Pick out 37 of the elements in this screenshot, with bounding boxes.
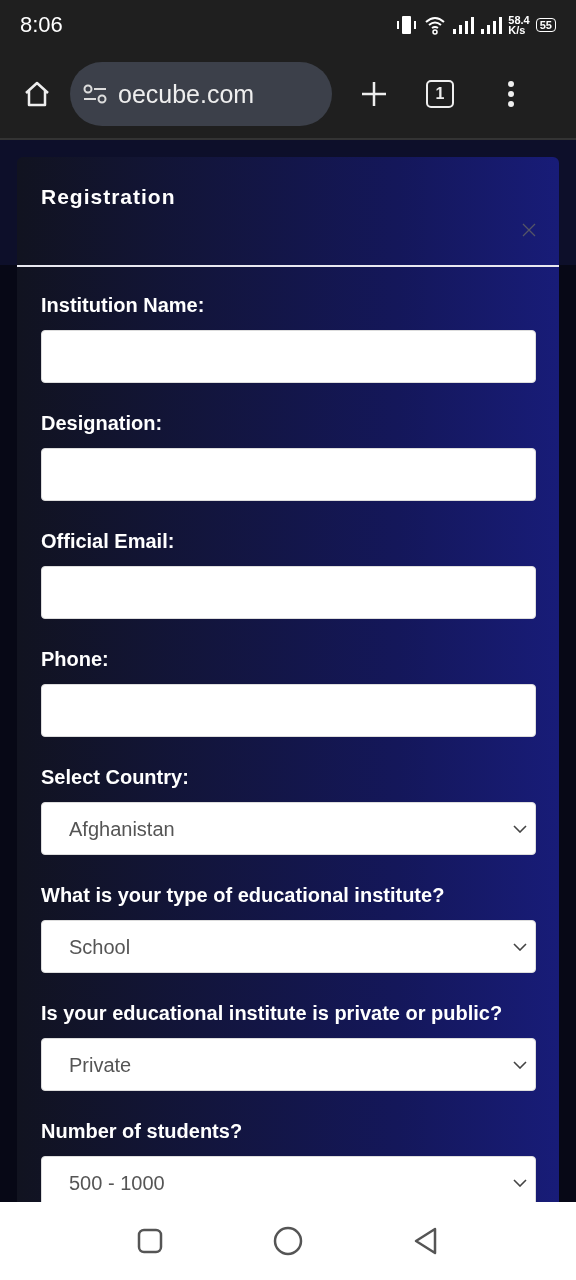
vibrate-icon [396,15,419,35]
field-label: Is your educational institute is private or public? [41,1001,504,1025]
plus-icon[interactable] [360,80,388,108]
dropdown[interactable]: Afghanistan [41,802,536,855]
signal-icon [452,16,475,34]
network-speed: 58.4 [508,15,530,25]
url-text: oecube.com [118,79,255,109]
chevron-down-icon [513,1178,527,1187]
dropdown[interactable]: School [41,920,536,973]
more-icon[interactable] [506,79,516,109]
site-settings-icon[interactable] [82,83,108,105]
input-field[interactable] [41,448,536,501]
input-field[interactable] [41,684,536,737]
address-bar[interactable]: oecube.com [70,62,332,126]
field-label: Designation: [41,411,164,435]
chevron-down-icon [513,1060,527,1069]
field-label: Select Country: [41,765,190,789]
chevron-down-icon [513,824,527,833]
recents-icon[interactable] [136,1227,164,1255]
home-circle-icon[interactable] [272,1225,304,1257]
wifi-icon [424,15,447,35]
field-label: Phone: [41,647,110,671]
battery-level: 55 [535,18,556,32]
dropdown[interactable]: 500 - 1000 [41,1156,536,1202]
signal-icon [480,16,503,34]
field-label: Official Email: [41,529,176,553]
input-field[interactable] [41,566,536,619]
field-label: What is your type of educational institute? [41,883,446,907]
dialog-title: Registration [41,185,176,208]
clock: 8:06 [20,12,63,38]
field-label: Number of students? [41,1119,244,1143]
dropdown[interactable]: Private [41,1038,536,1091]
chevron-down-icon [513,942,527,951]
speed-unit: K/s [508,25,527,35]
field-label: Institution Name: [41,293,206,317]
input-field[interactable] [41,330,536,383]
tab-count-button[interactable]: 1 [426,80,454,108]
